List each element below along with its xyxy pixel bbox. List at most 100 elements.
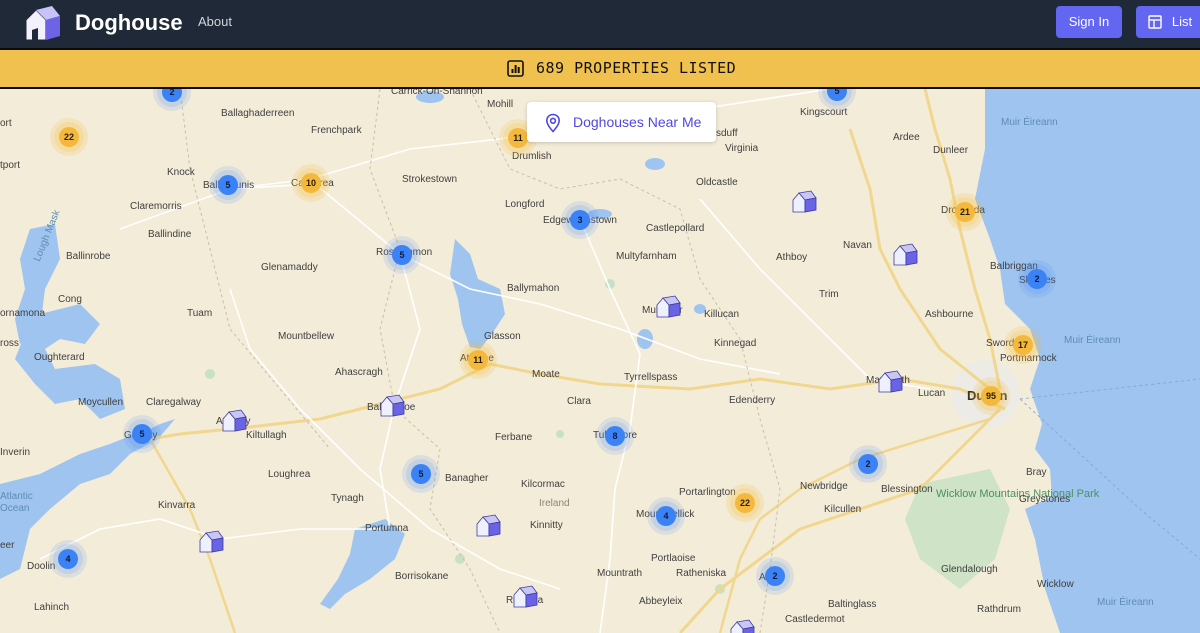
- place-label: Lucan: [918, 388, 946, 399]
- place-label: Clara: [567, 396, 591, 407]
- cluster-marker[interactable]: 10: [296, 168, 326, 198]
- cluster-marker[interactable]: 11: [463, 345, 493, 375]
- place-label: Bray: [1026, 467, 1047, 478]
- cluster-count: 2: [858, 454, 878, 474]
- place-label: Frenchpark: [311, 125, 362, 136]
- place-label: Mountrath: [597, 568, 643, 579]
- doghouse-marker-icon[interactable]: [877, 370, 903, 394]
- place-label: Tuam: [187, 308, 213, 319]
- cluster-marker[interactable]: 4: [53, 544, 83, 574]
- cluster-marker[interactable]: 8: [600, 421, 630, 451]
- place-label: Claregalway: [146, 397, 202, 408]
- cluster-marker[interactable]: 5: [127, 419, 157, 449]
- place-label: Trim: [819, 289, 839, 300]
- place-label: Loughrea: [268, 469, 311, 480]
- doghouse-marker-icon[interactable]: [379, 394, 405, 418]
- cluster-marker[interactable]: 21: [950, 197, 980, 227]
- place-label: Banagher: [445, 473, 489, 484]
- cluster-count: 10: [301, 173, 321, 193]
- cluster-count: 5: [392, 245, 412, 265]
- place-label: tport: [0, 160, 21, 171]
- cluster-count: 4: [58, 549, 78, 569]
- place-label: Portarlington: [679, 487, 736, 498]
- place-label: Ardee: [893, 132, 920, 143]
- place-label: Claremorris: [130, 201, 182, 212]
- cluster-count: 21: [955, 202, 975, 222]
- doghouse-marker-icon[interactable]: [198, 530, 224, 554]
- cluster-count: 5: [132, 424, 152, 444]
- cluster-count: 2: [1027, 269, 1047, 289]
- place-label: Blessington: [881, 484, 933, 495]
- place-label: Lahinch: [34, 602, 70, 613]
- properties-count-text: 689 PROPERTIES LISTED: [536, 59, 737, 77]
- place-label: Doolin: [27, 561, 56, 572]
- cluster-marker[interactable]: 5: [213, 170, 243, 200]
- list-view-button[interactable]: List: [1136, 6, 1200, 38]
- place-label: Castledermot: [785, 614, 845, 625]
- doghouse-marker-icon[interactable]: [221, 409, 247, 433]
- map-canvas[interactable]: Carrick-On-Shannon Mohill Kingscourt ort…: [0, 89, 1200, 633]
- sea-label: Muir Éireann: [1064, 335, 1121, 346]
- cluster-count: 95: [981, 386, 1001, 406]
- doghouse-marker-icon[interactable]: [892, 243, 918, 267]
- place-label: Borrisokane: [395, 571, 449, 582]
- place-label: Portlaoise: [651, 553, 696, 564]
- place-label: Dunleer: [933, 145, 969, 156]
- cluster-count: 3: [570, 210, 590, 230]
- place-label: Cong: [58, 294, 82, 305]
- cluster-marker[interactable]: 95: [976, 381, 1006, 411]
- sea-label: Muir Éireann: [1001, 117, 1058, 128]
- doghouses-near-me-button[interactable]: Doghouses Near Me: [527, 102, 716, 142]
- place-label: Moycullen: [78, 397, 124, 408]
- place-label: Kingscourt: [800, 107, 848, 118]
- doghouse-marker-icon[interactable]: [655, 295, 681, 319]
- about-link[interactable]: About: [198, 13, 232, 31]
- cluster-count: 5: [411, 464, 431, 484]
- place-label: Moate: [532, 369, 560, 380]
- place-label: Greystones: [1019, 494, 1071, 505]
- cluster-marker[interactable]: 2: [1022, 264, 1052, 294]
- cluster-marker[interactable]: 17: [1008, 330, 1038, 360]
- doghouse-marker-icon[interactable]: [512, 585, 538, 609]
- doghouse-logo-icon[interactable]: [22, 4, 62, 44]
- cluster-marker[interactable]: 2: [760, 561, 790, 591]
- place-label: ornamona: [0, 308, 46, 319]
- place-label: Glenamaddy: [261, 262, 318, 273]
- place-label: Castlepollard: [646, 223, 705, 234]
- brand-name[interactable]: Doghouse: [75, 9, 183, 37]
- cluster-count: 17: [1013, 335, 1033, 355]
- cluster-count: 11: [468, 350, 488, 370]
- cluster-marker[interactable]: 5: [406, 459, 436, 489]
- cluster-marker[interactable]: 4: [651, 501, 681, 531]
- cluster-count: 4: [656, 506, 676, 526]
- cluster-marker[interactable]: 5: [387, 240, 417, 270]
- sea-label: Muir Éireann: [1097, 597, 1154, 608]
- place-label: Virginia: [725, 143, 759, 154]
- place-label: Oldcastle: [696, 177, 738, 188]
- place-label: ort: [0, 118, 12, 129]
- place-label: Ratheniska: [676, 568, 727, 579]
- cluster-count: 2: [765, 566, 785, 586]
- park-label-wicklow: Wicklow Mountains National Park: [936, 488, 1099, 500]
- doghouse-marker-icon[interactable]: [475, 514, 501, 538]
- cluster-marker[interactable]: 2: [853, 449, 883, 479]
- place-label: Edenderry: [729, 395, 776, 406]
- place-label: Ferbane: [495, 432, 533, 443]
- place-label: Kinvarra: [158, 500, 196, 511]
- place-label: Rathdrum: [977, 604, 1021, 615]
- doghouse-marker-icon[interactable]: [791, 190, 817, 214]
- cluster-count: 5: [218, 175, 238, 195]
- place-label: sduff: [716, 128, 738, 139]
- near-me-label: Doghouses Near Me: [573, 114, 702, 130]
- place-label: Ballindine: [148, 229, 192, 240]
- cluster-marker[interactable]: 22: [54, 122, 84, 152]
- cluster-count: 5: [827, 89, 847, 101]
- place-label: Mountbellew: [278, 331, 335, 342]
- cluster-marker[interactable]: 3: [565, 205, 595, 235]
- country-label: Ireland: [539, 498, 570, 509]
- place-label: ross: [0, 338, 19, 349]
- sign-in-button[interactable]: Sign In: [1056, 6, 1122, 38]
- cluster-marker[interactable]: 22: [730, 488, 760, 518]
- doghouse-marker-icon[interactable]: [729, 619, 755, 633]
- place-label: Kilcormac: [521, 479, 565, 490]
